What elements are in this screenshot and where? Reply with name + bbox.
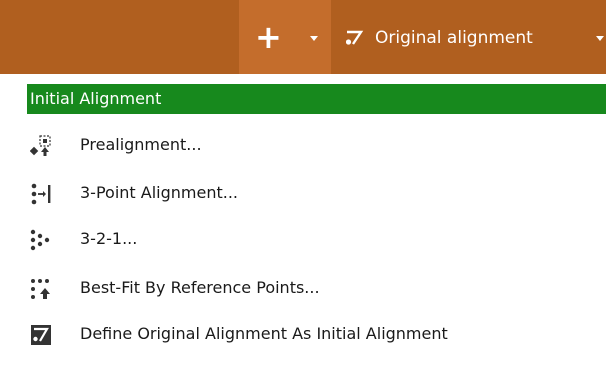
menu-item-label: 3-Point Alignment... bbox=[80, 183, 238, 202]
menu-item-define-original-alignment[interactable]: Define Original Alignment As Initial Ali… bbox=[27, 315, 606, 355]
toolbar: + Original alignment bbox=[0, 0, 606, 75]
alignment-dropdown-chevron-down-icon[interactable] bbox=[596, 36, 604, 41]
original-alignment-icon[interactable] bbox=[346, 30, 364, 46]
menu-section-header: Initial Alignment bbox=[27, 84, 606, 114]
menu-item-three-point-alignment[interactable]: 3-Point Alignment... bbox=[27, 174, 606, 214]
add-icon[interactable]: + bbox=[255, 21, 282, 53]
menu-item-label: 3-2-1... bbox=[80, 229, 138, 248]
alignment-dropdown-label[interactable]: Original alignment bbox=[375, 27, 533, 49]
menu-item-label: Define Original Alignment As Initial Ali… bbox=[80, 324, 448, 343]
menu-section-header-label: Initial Alignment bbox=[30, 89, 162, 108]
alignment-menu: Initial Alignment Prealignment... 3-Poin… bbox=[0, 74, 606, 387]
menu-item-label: Prealignment... bbox=[80, 135, 202, 154]
menu-item-label: Best-Fit By Reference Points... bbox=[80, 278, 320, 297]
menu-item-prealignment[interactable]: Prealignment... bbox=[27, 126, 606, 166]
add-dropdown-chevron-down-icon[interactable] bbox=[310, 36, 318, 41]
menu-item-best-fit-reference-points[interactable]: Best-Fit By Reference Points... bbox=[27, 269, 606, 309]
menu-item-three-two-one[interactable]: 3-2-1... bbox=[27, 220, 606, 260]
best-fit-reference-points-icon bbox=[31, 279, 50, 299]
three-point-alignment-icon bbox=[31, 183, 51, 205]
define-original-alignment-icon bbox=[31, 325, 51, 345]
prealignment-icon bbox=[30, 135, 51, 156]
three-two-one-icon bbox=[30, 229, 50, 251]
